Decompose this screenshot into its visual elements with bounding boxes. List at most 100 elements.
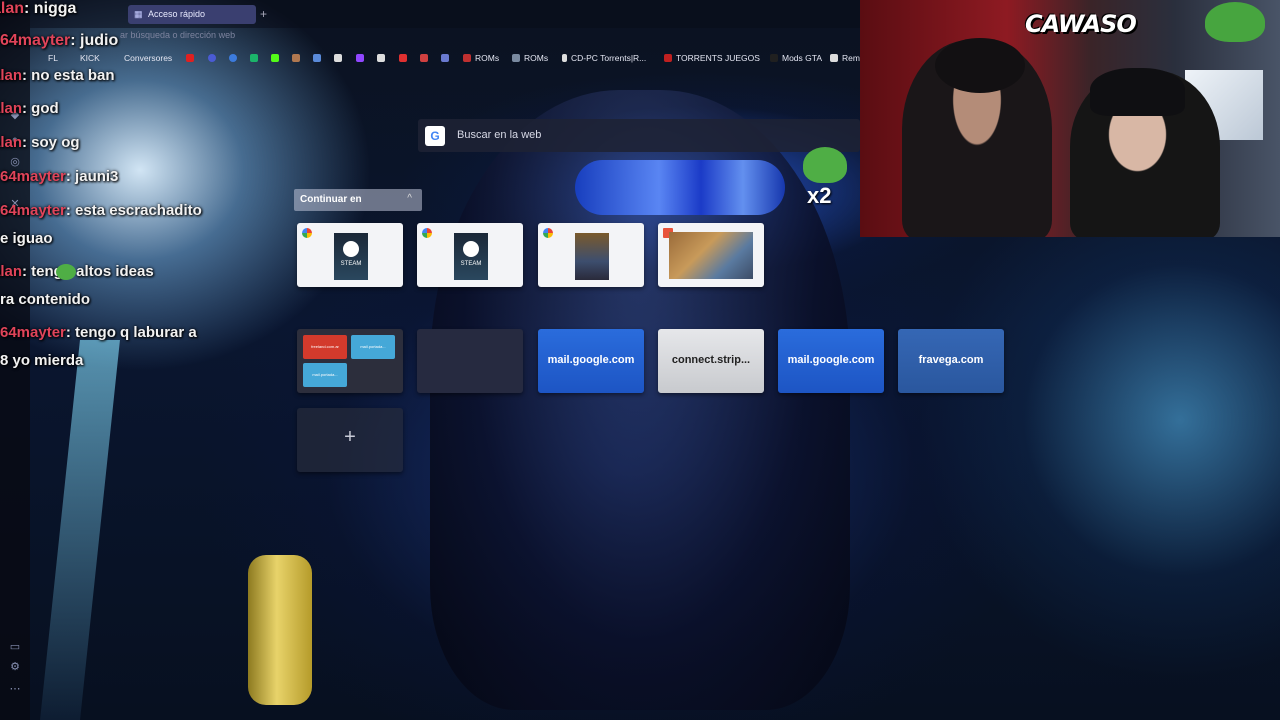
- pepe-emote: x2: [795, 143, 853, 208]
- new-tab-button[interactable]: +: [260, 6, 267, 22]
- hexagon-icon: [313, 54, 321, 62]
- filter-bookmark[interactable]: [441, 53, 453, 63]
- chat-message: 64mayter: judio: [0, 32, 119, 49]
- hex-bookmark[interactable]: [313, 53, 325, 63]
- chat-message: alan: tengo altos ideas: [0, 263, 154, 280]
- twitch-bookmark[interactable]: [356, 53, 368, 63]
- tab-title: Acceso rápido: [148, 9, 206, 19]
- collapse-caret-icon[interactable]: ^: [407, 193, 412, 204]
- game-icon: [292, 54, 300, 62]
- speed-dial-tile-gmail-1[interactable]: mail.google.com: [538, 329, 644, 393]
- chrome-icon: [543, 228, 553, 238]
- speed-dial-tile-fravega[interactable]: fravega.com: [898, 329, 1004, 393]
- twitch-icon: [356, 54, 364, 62]
- chat-message: 64mayter: esta escrachadito: [0, 202, 202, 219]
- tile-label: mail.google.com: [547, 354, 635, 366]
- chrome-bookmark[interactable]: [229, 53, 241, 63]
- bookmark-item[interactable]: ROMs: [512, 53, 548, 63]
- sunglasses: [575, 160, 785, 215]
- discord-icon: [208, 54, 216, 62]
- tab-bar: ▦ Acceso rápido +: [30, 0, 860, 28]
- link-icon: [420, 54, 428, 62]
- folder-icon: [68, 54, 76, 62]
- speed-dial-icon: ▦: [134, 9, 143, 19]
- bookmark-item[interactable]: Rem: [830, 53, 860, 63]
- monitor-icon: [377, 54, 385, 62]
- roms-icon: [512, 54, 520, 62]
- tab-acceso-rapido[interactable]: ▦ Acceso rápido: [128, 5, 256, 24]
- speed-dial-folder[interactable]: freeland.com.ar mail.portada... mail.por…: [297, 329, 403, 393]
- app-bookmark[interactable]: [250, 53, 262, 63]
- webcam-overlay: CAWASO: [860, 0, 1280, 237]
- folder-icon: [36, 54, 44, 62]
- speed-dial-tile-game-wide[interactable]: [658, 223, 764, 287]
- link-bookmark[interactable]: [420, 53, 432, 63]
- steam-thumbnail: STEAM: [454, 233, 488, 280]
- app-icon: [250, 54, 258, 62]
- tile-label: fravega.com: [918, 354, 984, 366]
- game-bookmark[interactable]: [292, 53, 304, 63]
- bookmark-item[interactable]: TORRENTS JUEGOS: [664, 53, 760, 63]
- folder-mini-tile: mail.portada...: [351, 335, 395, 359]
- continue-label: Continuar en: [300, 194, 362, 205]
- add-speed-dial-button[interactable]: +: [297, 408, 403, 472]
- folder-mini-tile: mail.portada...: [303, 363, 347, 387]
- more-icon[interactable]: ⋯: [8, 682, 22, 696]
- browser-icon: [229, 54, 237, 62]
- settings-icon[interactable]: ⚙: [8, 660, 22, 674]
- folder-icon: [112, 54, 120, 62]
- filter-icon: [441, 54, 449, 62]
- chat-message: 64mayter: jauni3: [0, 168, 119, 185]
- tile-label: connect.strip...: [671, 354, 751, 366]
- speed-dial-tile-steam-2[interactable]: STEAM: [417, 223, 523, 287]
- speed-dial-tile-dark[interactable]: [417, 329, 523, 393]
- speed-dial-tile-gmail-2[interactable]: mail.google.com: [778, 329, 884, 393]
- steam-thumbnail: STEAM: [334, 233, 368, 280]
- beanie: [1090, 68, 1185, 116]
- channel-logo: CAWASO: [1025, 10, 1137, 38]
- bookmark-item[interactable]: ROMs: [463, 53, 499, 63]
- frog-plush: [1205, 2, 1265, 42]
- steam-icon: [343, 241, 359, 257]
- cat-bookmark[interactable]: [334, 53, 346, 63]
- bookmark-item[interactable]: FL: [36, 53, 58, 63]
- instagram-icon[interactable]: ◎: [8, 155, 22, 169]
- x-bookmark[interactable]: [399, 53, 411, 63]
- search-box[interactable]: G Buscar en la web: [418, 119, 860, 152]
- kick-bookmark[interactable]: [271, 53, 283, 63]
- x-logo-icon: [399, 54, 407, 62]
- search-placeholder: Buscar en la web: [457, 129, 542, 141]
- chrome-icon: [302, 228, 312, 238]
- continue-section-header[interactable]: Continuar en ^: [294, 189, 422, 211]
- tile-label: mail.google.com: [787, 354, 875, 366]
- bookmark-item[interactable]: CD-PC Torrents|R...: [562, 53, 646, 63]
- roms-icon: [463, 54, 471, 62]
- bookmark-item[interactable]: KICK: [68, 53, 100, 63]
- chat-message: alan: soy og: [0, 134, 80, 151]
- bookmarks-bar: FL KICK Conversores ROMs ROMs CD-PC Torr…: [30, 50, 860, 68]
- game-cover-thumbnail: [575, 233, 609, 280]
- steam-icon: [463, 241, 479, 257]
- youtube-bookmark[interactable]: [186, 53, 198, 63]
- folder-mini-tile: freeland.com.ar: [303, 335, 347, 359]
- address-bar-placeholder[interactable]: ar búsqueda o dirección web: [120, 30, 235, 40]
- pepe-emote-small: [56, 264, 76, 280]
- chat-message: 8 yo mierda: [0, 352, 84, 369]
- chat-message: alan: no esta ban: [0, 67, 115, 84]
- discord-bookmark[interactable]: [208, 53, 220, 63]
- bookmark-item[interactable]: Conversores: [112, 53, 172, 63]
- game-art-thumbnail: [669, 232, 753, 279]
- chat-message: alan: nigga: [0, 0, 77, 17]
- bookmark-item[interactable]: Mods GTA: [770, 53, 822, 63]
- speed-dial-tile-steam-1[interactable]: STEAM: [297, 223, 403, 287]
- frog-icon: [803, 147, 847, 183]
- chat-message: ra contenido: [0, 291, 91, 308]
- speed-dial-tile-game[interactable]: [538, 223, 644, 287]
- plus-icon: +: [344, 426, 356, 448]
- site-icon: [830, 54, 838, 62]
- person-hair: [935, 38, 1025, 93]
- monitor-bookmark[interactable]: [377, 53, 389, 63]
- panel-icon[interactable]: ▭: [8, 640, 22, 654]
- speed-dial-tile-stripe[interactable]: connect.strip...: [658, 329, 764, 393]
- emote-multiplier: x2: [807, 183, 832, 208]
